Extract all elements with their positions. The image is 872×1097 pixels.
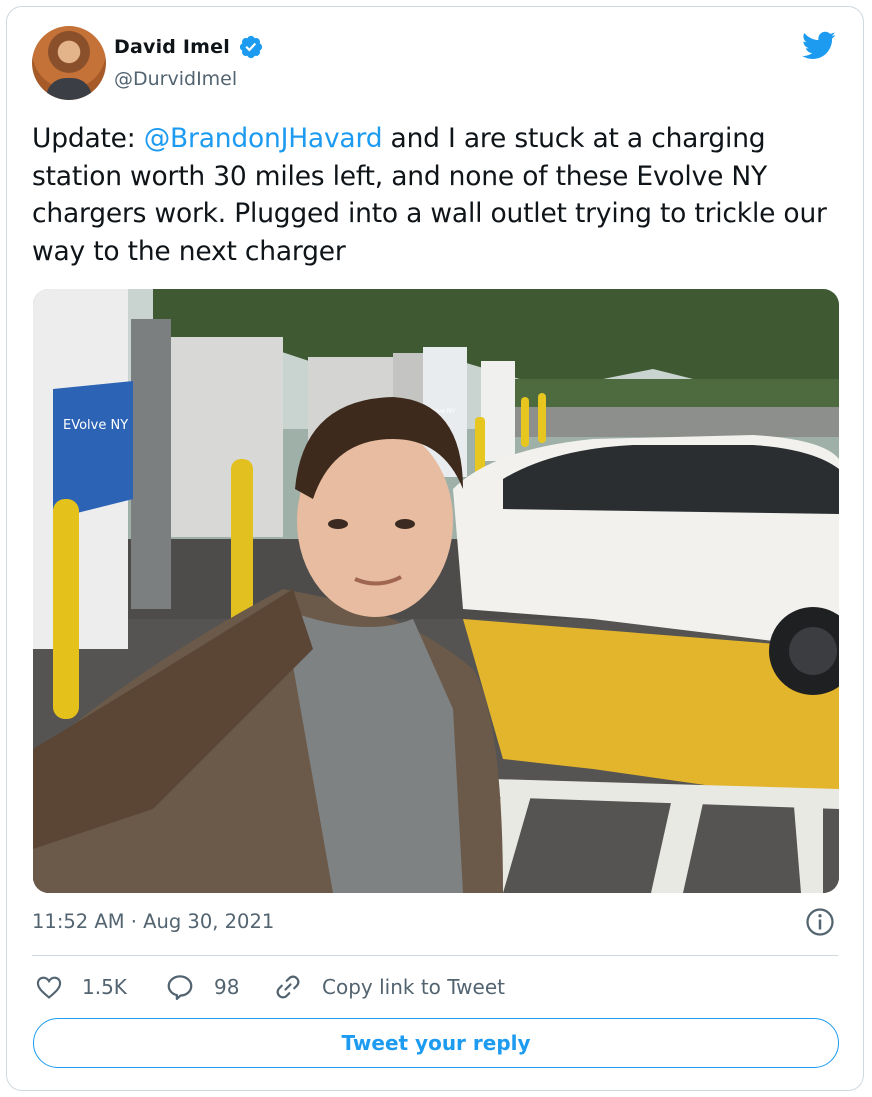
author-name[interactable]: David Imel: [114, 36, 230, 58]
tweet-photo[interactable]: EVolve NY EVolve NY: [33, 289, 839, 893]
mention-link[interactable]: @BrandonJHavard: [144, 123, 383, 154]
reply-count: 98: [214, 975, 240, 999]
link-icon: [276, 975, 300, 999]
like-button[interactable]: 1.5K: [34, 970, 127, 1004]
author-handle[interactable]: @DurvidImel: [114, 68, 237, 90]
reply-button-label: Tweet your reply: [341, 1031, 531, 1055]
heart-icon: [36, 976, 62, 999]
charging-station-selfie: EVolve NY EVolve NY: [33, 289, 839, 893]
divider: [32, 955, 838, 956]
charger-sign-1: EVolve NY: [63, 418, 128, 433]
copy-link-button[interactable]: Copy link to Tweet: [272, 970, 505, 1004]
tweet-timestamp[interactable]: 11:52 AM · Aug 30, 2021: [32, 910, 274, 933]
verified-badge-icon: [239, 35, 263, 59]
copy-link-label: Copy link to Tweet: [322, 975, 505, 999]
tweet-text-start: Update:: [32, 123, 144, 154]
twitter-bird-icon[interactable]: [800, 28, 838, 62]
reply-count-button[interactable]: 98: [164, 970, 239, 1004]
comment-icon: [167, 975, 193, 1000]
like-count: 1.5K: [82, 975, 127, 999]
avatar[interactable]: [32, 26, 106, 100]
tweet-text: Update: @BrandonJHavard and I are stuck …: [32, 120, 832, 270]
tweet-your-reply-button[interactable]: Tweet your reply: [33, 1018, 839, 1068]
info-icon[interactable]: [805, 907, 835, 937]
